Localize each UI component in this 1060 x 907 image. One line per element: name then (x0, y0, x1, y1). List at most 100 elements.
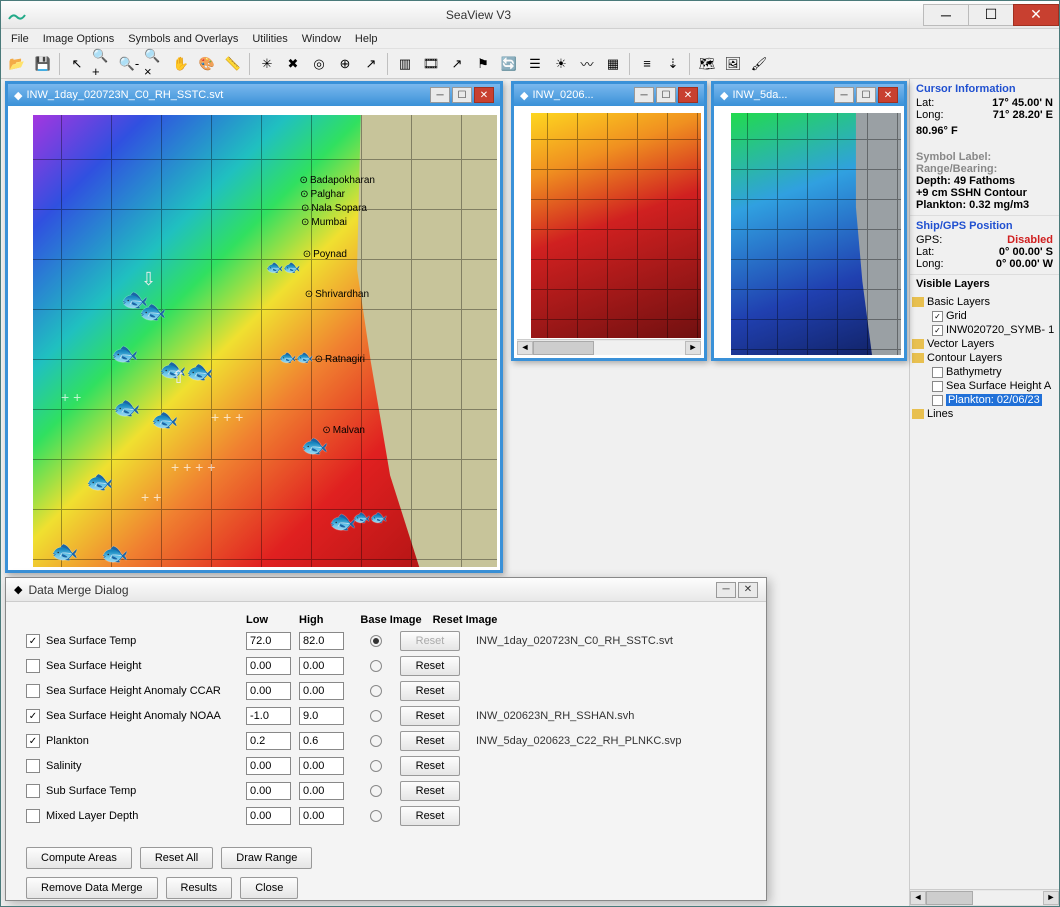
low-input[interactable] (246, 732, 291, 750)
subwin-minimize-button[interactable]: ─ (834, 87, 854, 103)
toolbar-arrow-up-button[interactable]: ↗ (445, 52, 469, 76)
row-checkbox[interactable]: ✓ (26, 709, 40, 723)
tree-item-bathy[interactable]: Bathymetry (912, 365, 1057, 379)
base-radio[interactable] (370, 660, 382, 672)
subwin-close-button[interactable]: ✕ (878, 87, 898, 103)
toolbar-film-button[interactable]: 🎞 (419, 52, 443, 76)
toolbar-open-button[interactable]: 📂 (5, 52, 29, 76)
checkbox-icon[interactable] (932, 367, 943, 378)
row-checkbox[interactable]: ✓ (26, 634, 40, 648)
reset-button[interactable]: Reset (400, 781, 460, 801)
toolbar-flag-button[interactable]: ⚑ (471, 52, 495, 76)
results-button[interactable]: Results (166, 877, 233, 899)
row-checkbox[interactable] (26, 809, 40, 823)
map-window-b[interactable]: ◆ INW_0206... ─ ☐ ✕ ◄ ► (511, 81, 707, 361)
low-input[interactable] (246, 632, 291, 650)
toolbar-path-button[interactable]: ↗ (359, 52, 383, 76)
toolbar-wave-button[interactable]: 〰 (575, 52, 599, 76)
high-input[interactable] (299, 632, 344, 650)
row-checkbox[interactable] (26, 684, 40, 698)
toolbar-layers-button[interactable]: ☰ (523, 52, 547, 76)
scroll-right-button[interactable]: ► (1043, 891, 1059, 905)
reset-button[interactable]: Reset (400, 731, 460, 751)
toolbar-chart-button[interactable]: 🗺 (695, 52, 719, 76)
map-canvas-main[interactable]: Badapokharan Palghar Nala Sopara Mumbai … (11, 109, 497, 567)
map-canvas-c[interactable] (717, 109, 901, 355)
layers-scrollbar[interactable]: ◄ ► (910, 889, 1059, 905)
reset-button[interactable]: Reset (400, 756, 460, 776)
toolbar-ruler-button[interactable]: 📏 (221, 52, 245, 76)
tree-item-symb[interactable]: ✓INW020720_SYMB- 1 (912, 323, 1057, 337)
reset-button[interactable]: Reset (400, 681, 460, 701)
scroll-track[interactable] (926, 891, 1043, 905)
base-radio[interactable] (370, 810, 382, 822)
checkbox-icon[interactable]: ✓ (932, 311, 943, 322)
toolbar-target3-button[interactable]: ◎ (307, 52, 331, 76)
menu-help[interactable]: Help (349, 31, 384, 47)
toolbar-sun-button[interactable]: ☀ (549, 52, 573, 76)
high-input[interactable] (299, 707, 344, 725)
checkbox-icon[interactable] (932, 395, 943, 406)
toolbar-palette-button[interactable]: 🎨 (195, 52, 219, 76)
tree-item-grid[interactable]: ✓Grid (912, 309, 1057, 323)
tree-folder-basic[interactable]: Basic Layers (912, 295, 1057, 309)
scroll-thumb[interactable] (533, 341, 594, 355)
high-input[interactable] (299, 682, 344, 700)
high-input[interactable] (299, 807, 344, 825)
dialog-close-button[interactable]: ✕ (738, 582, 758, 598)
scroll-right-button[interactable]: ► (685, 341, 701, 355)
toolbar-target2-button[interactable]: ✖ (281, 52, 305, 76)
close-button[interactable]: ✕ (1013, 4, 1059, 26)
toolbar-target4-button[interactable]: ⊕ (333, 52, 357, 76)
minimize-button[interactable]: ─ (923, 4, 969, 26)
subwin-maximize-button[interactable]: ☐ (656, 87, 676, 103)
scroll-thumb[interactable] (926, 891, 973, 905)
toolbar-picture-button[interactable]: 🖼 (721, 52, 745, 76)
base-radio[interactable] (370, 735, 382, 747)
subwin-close-button[interactable]: ✕ (678, 87, 698, 103)
base-radio[interactable] (370, 685, 382, 697)
toolbar-globe-refresh-button[interactable]: 🔄 (497, 52, 521, 76)
low-input[interactable] (246, 707, 291, 725)
remove-data-merge-button[interactable]: Remove Data Merge (26, 877, 158, 899)
layers-tree[interactable]: Basic Layers ✓Grid ✓INW020720_SYMB- 1 Ve… (910, 293, 1059, 889)
toolbar-pan-button[interactable]: ✋ (169, 52, 193, 76)
base-radio[interactable] (370, 710, 382, 722)
tree-item-plankton[interactable]: Plankton: 02/06/23 (912, 393, 1057, 407)
subwin-minimize-button[interactable]: ─ (430, 87, 450, 103)
toolbar-target1-button[interactable]: ✳ (255, 52, 279, 76)
scroll-left-button[interactable]: ◄ (910, 891, 926, 905)
menu-window[interactable]: Window (296, 31, 347, 47)
map-window-main-titlebar[interactable]: ◆ INW_1day_020723N_C0_RH_SSTC.svt ─ ☐ ✕ (8, 84, 500, 106)
low-input[interactable] (246, 757, 291, 775)
map-canvas-b[interactable] (517, 109, 701, 338)
map-window-c-titlebar[interactable]: ◆ INW_5da... ─ ☐ ✕ (714, 84, 904, 106)
dialog-close-button2[interactable]: Close (240, 877, 298, 899)
map-window-c[interactable]: ◆ INW_5da... ─ ☐ ✕ (711, 81, 907, 361)
subwin-close-button[interactable]: ✕ (474, 87, 494, 103)
toolbar-zoom-out-button[interactable]: 🔍- (117, 52, 141, 76)
checkbox-icon[interactable]: ✓ (932, 325, 943, 336)
checkbox-icon[interactable] (932, 381, 943, 392)
low-input[interactable] (246, 782, 291, 800)
toolbar-save-button[interactable]: 💾 (31, 52, 55, 76)
tree-folder-lines[interactable]: Lines (912, 407, 1057, 421)
low-input[interactable] (246, 807, 291, 825)
row-checkbox[interactable] (26, 659, 40, 673)
toolbar-anchor-down-button[interactable]: ⇣ (661, 52, 685, 76)
low-input[interactable] (246, 682, 291, 700)
toolbar-grid-button[interactable]: ▦ (601, 52, 625, 76)
subwin-maximize-button[interactable]: ☐ (856, 87, 876, 103)
map-window-main[interactable]: ◆ INW_1day_020723N_C0_RH_SSTC.svt ─ ☐ ✕ … (5, 81, 503, 573)
dialog-titlebar[interactable]: ◆ Data Merge Dialog ─ ✕ (6, 578, 766, 602)
draw-range-button[interactable]: Draw Range (221, 847, 312, 869)
toolbar-stack-button[interactable]: ▥ (393, 52, 417, 76)
low-input[interactable] (246, 657, 291, 675)
subwin-minimize-button[interactable]: ─ (634, 87, 654, 103)
map-window-b-titlebar[interactable]: ◆ INW_0206... ─ ☐ ✕ (514, 84, 704, 106)
maximize-button[interactable]: ☐ (968, 4, 1014, 26)
menu-file[interactable]: File (5, 31, 35, 47)
reset-button[interactable]: Reset (400, 706, 460, 726)
row-checkbox[interactable] (26, 784, 40, 798)
toolbar-zoom-reset-button[interactable]: 🔍× (143, 52, 167, 76)
